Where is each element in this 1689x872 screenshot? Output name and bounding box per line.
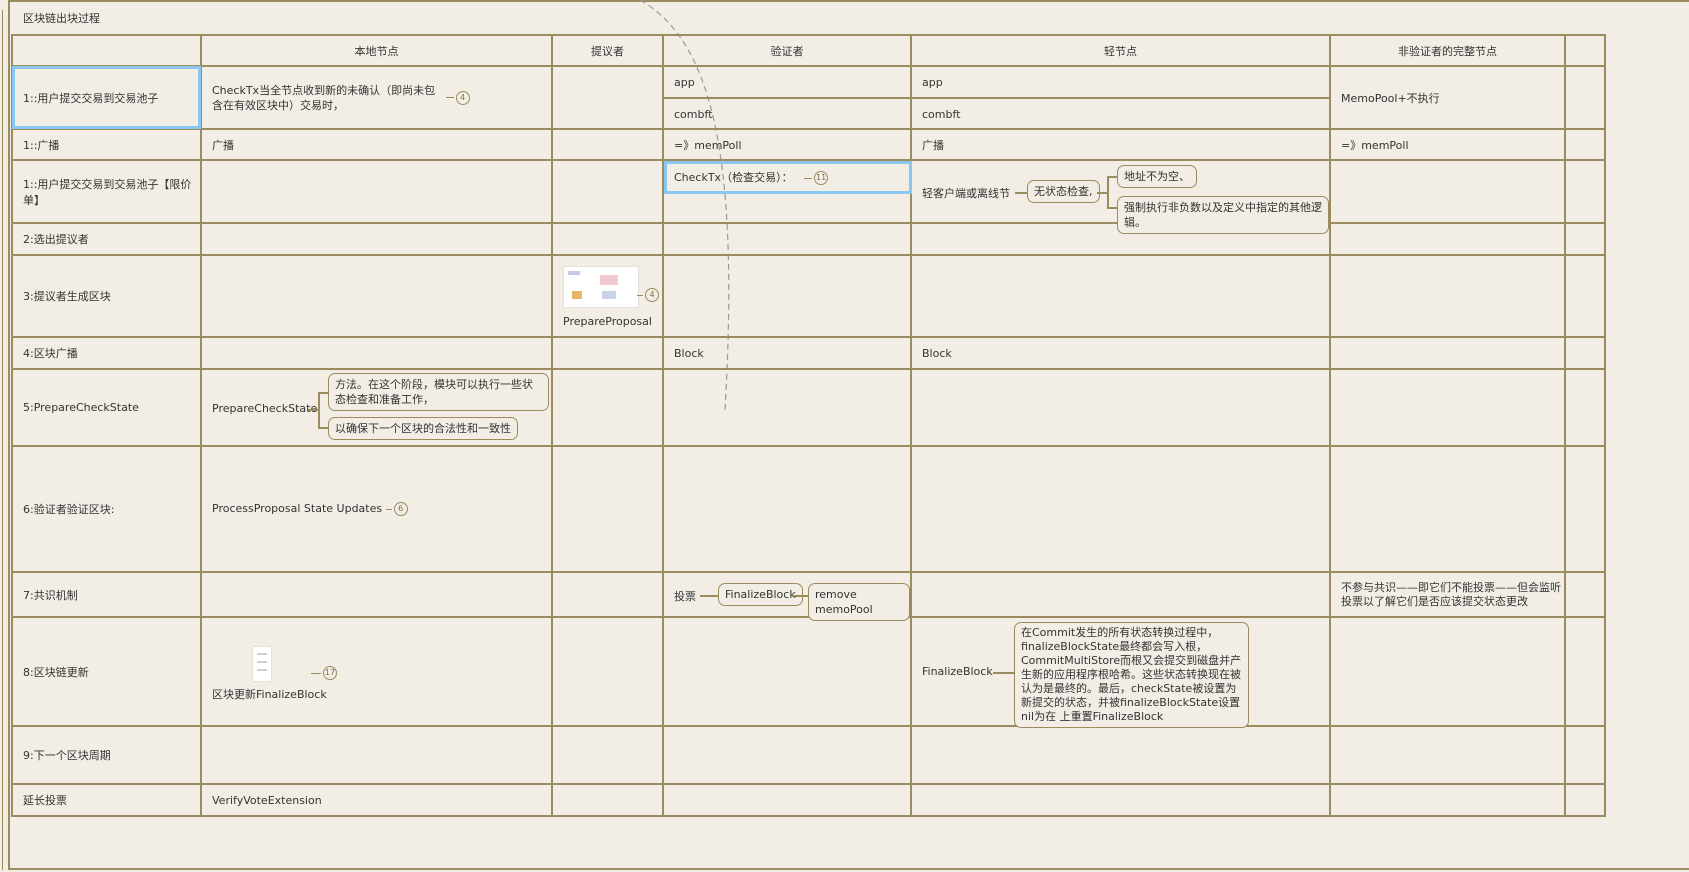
table-row: 延长投票 VerifyVoteExtension [11, 783, 1606, 817]
table-row: 4:区块广播 Block Block [11, 336, 1606, 370]
block-update-thumbnail[interactable] [252, 646, 272, 682]
table-cell[interactable] [551, 159, 664, 224]
header-validator[interactable]: 验证者 [662, 34, 912, 67]
topic-stateless-check[interactable]: 无状态检查, [1027, 180, 1100, 203]
topic-commit-note[interactable]: 在Commit发生的所有状态转换过程中，finalizeBlockState最终… [1014, 622, 1249, 728]
table-cell[interactable] [200, 159, 553, 224]
table-row: 2:选出提议者 [11, 222, 1606, 256]
topic-checktx[interactable]: CheckTx（检查交易）： [674, 171, 793, 184]
header-row: 本地节点 提议者 验证者 轻节点 非验证者的完整节点 [11, 34, 1606, 67]
table-cell[interactable]: ProcessProposal State Updates 6 [200, 445, 553, 573]
header-local-node[interactable]: 本地节点 [200, 34, 553, 67]
table-cell[interactable]: Block [910, 336, 1331, 370]
table-row: 7:共识机制 投票 FinalizeBlock remove memoPool … [11, 571, 1606, 621]
table-cell[interactable]: 广播 [910, 128, 1331, 161]
process-table: 本地节点 提议者 验证者 轻节点 非验证者的完整节点 1::用户提交交易到交易池… [11, 34, 1606, 817]
topic-combft[interactable]: combft [922, 108, 960, 121]
row-label[interactable]: 5:PrepareCheckState [11, 368, 202, 447]
table-cell[interactable] [1329, 159, 1566, 224]
table-row: 3:提议者生成区块 4 PrepareProposal [11, 254, 1606, 338]
topic-remove-mempool[interactable]: remove memoPool [808, 583, 910, 621]
row-label[interactable]: 1::用户提交交易到交易池子【限价单】 [11, 159, 202, 224]
row-label[interactable]: 1::广播 [11, 128, 202, 161]
count-badge[interactable]: 11 [814, 171, 829, 185]
topic-app[interactable]: app [922, 76, 943, 89]
table-cell[interactable]: CheckTx（检查交易）： 11 [662, 159, 912, 224]
table-cell[interactable]: 4 PrepareProposal [551, 254, 664, 338]
table-cell[interactable]: 轻客户端或离线节 无状态检查, 地址不为空、 强制执行非负数以及定义中指定的其他… [910, 159, 1331, 234]
header-proposer[interactable]: 提议者 [551, 34, 664, 67]
table-row: 1::广播 广播 =》memPoll 广播 =》memPoll [11, 128, 1606, 161]
count-badge[interactable]: 4 [455, 90, 470, 105]
proposal-thumbnail[interactable] [563, 266, 639, 308]
table-cell[interactable]: 不参与共识——即它们不能投票——但会监听投票以了解它们是否应该提交状态更改 [1329, 571, 1566, 618]
topic-process-proposal[interactable]: ProcessProposal State Updates [212, 502, 382, 515]
table-row: 9:下一个区块周期 [11, 725, 1606, 785]
table-cell[interactable]: FinalizeBlock 在Commit发生的所有状态转换过程中，finali… [910, 616, 1331, 728]
table-cell[interactable]: MemoPool+不执行 [1329, 65, 1566, 130]
topic-combft[interactable]: combft [674, 108, 712, 121]
row-label[interactable]: 4:区块广播 [11, 336, 202, 370]
table-cell[interactable]: CheckTx当全节点收到新的未确认（即尚未包含在有效区块中）交易时， 4 [200, 65, 553, 130]
table-row: 1::用户提交交易到交易池子 CheckTx当全节点收到新的未确认（即尚未包含在… [11, 65, 1606, 130]
page-title[interactable]: 区块链出块过程 [23, 10, 100, 26]
table-cell[interactable]: app combft [662, 65, 912, 130]
topic-block-update[interactable]: 区块更新FinalizeBlock [212, 686, 327, 702]
header-corner [11, 34, 202, 67]
row-label[interactable]: 3:提议者生成区块 [11, 254, 202, 338]
table-cell[interactable]: 广播 [200, 128, 553, 161]
table-cell[interactable]: VerifyVoteExtension [200, 783, 553, 817]
row-label[interactable]: 8:区块链更新 [11, 616, 202, 727]
table-cell[interactable]: =》memPoll [662, 128, 912, 161]
table-cell[interactable] [551, 65, 664, 130]
table-cell[interactable] [551, 128, 664, 161]
table-cell[interactable]: 17 区块更新FinalizeBlock [200, 616, 553, 727]
header-extra [1564, 34, 1606, 67]
table-row: 5:PrepareCheckState PrepareCheckState 方法… [11, 368, 1606, 447]
topic-app[interactable]: app [674, 76, 695, 89]
header-full-node[interactable]: 非验证者的完整节点 [1329, 34, 1566, 67]
frame-left-line [2, 10, 3, 870]
table-cell[interactable]: app combft [910, 65, 1331, 130]
table-row: 6:验证者验证区块: ProcessProposal State Updates… [11, 445, 1606, 573]
row-label[interactable]: 2:选出提议者 [11, 222, 202, 256]
topic-finalize-block[interactable]: FinalizeBlock [922, 665, 993, 678]
table-cell[interactable]: Block [662, 336, 912, 370]
table-row: 8:区块链更新 17 区块更新FinalizeBlock FinalizeBlo… [11, 616, 1606, 728]
topic-prepare-check-state[interactable]: PrepareCheckState [212, 402, 317, 415]
row-label[interactable]: 1::用户提交交易到交易池子 [11, 65, 202, 130]
row-label[interactable]: 9:下一个区块周期 [11, 725, 202, 785]
topic-light-client[interactable]: 轻客户端或离线节 [922, 185, 1010, 201]
row-label[interactable]: 6:验证者验证区块: [11, 445, 202, 573]
count-badge[interactable]: 17 [323, 666, 337, 680]
count-badge[interactable]: 4 [645, 288, 659, 302]
topic-finalize-block[interactable]: FinalizeBlock [718, 583, 803, 606]
table-cell[interactable]: 投票 FinalizeBlock remove memoPool [662, 571, 912, 621]
topic-vote[interactable]: 投票 [674, 588, 696, 604]
topic-ensure-validity[interactable]: 以确保下一个区块的合法性和一致性 [328, 417, 518, 440]
topic-method-stage[interactable]: 方法。在这个阶段，模块可以执行一些状态检查和准备工作， [328, 373, 549, 411]
topic-address-not-empty[interactable]: 地址不为空、 [1117, 165, 1197, 188]
row-label[interactable]: 延长投票 [11, 783, 202, 817]
header-light-node[interactable]: 轻节点 [910, 34, 1331, 67]
table-cell[interactable]: =》memPoll [1329, 128, 1566, 161]
topic-prepare-proposal[interactable]: PrepareProposal [563, 315, 652, 328]
table-row: 1::用户提交交易到交易池子【限价单】 CheckTx（检查交易）： 11 轻客… [11, 159, 1606, 234]
cell-text: CheckTx当全节点收到新的未确认（即尚未包含在有效区块中）交易时， [212, 83, 436, 112]
count-badge[interactable]: 6 [393, 502, 408, 516]
connector [445, 97, 454, 98]
table-cell[interactable]: PrepareCheckState 方法。在这个阶段，模块可以执行一些状态检查和… [200, 368, 553, 447]
row-label[interactable]: 7:共识机制 [11, 571, 202, 618]
